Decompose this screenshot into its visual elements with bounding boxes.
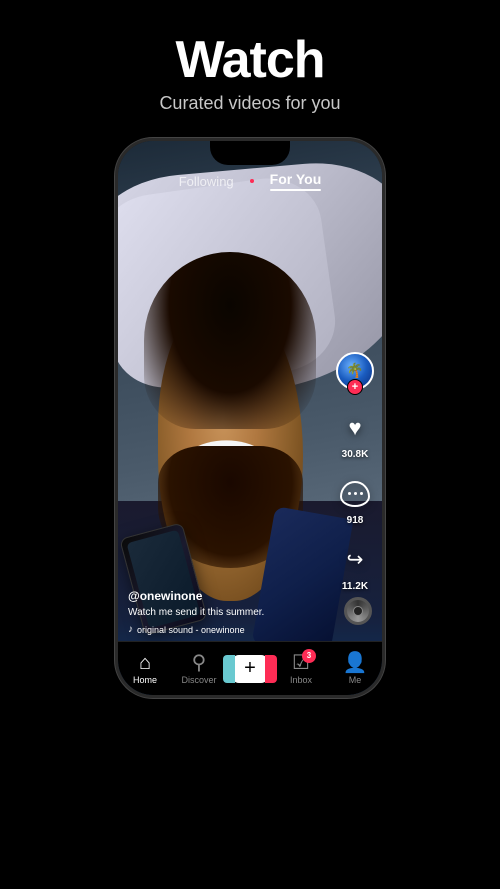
comment-button[interactable]: [337, 476, 373, 512]
for-you-underline: [270, 189, 322, 191]
share-button[interactable]: ↪: [337, 542, 373, 578]
music-note-icon: ♪: [128, 624, 133, 635]
comment-dot-2: [354, 492, 357, 495]
like-button[interactable]: ♥: [337, 410, 373, 446]
plus-icon: +: [231, 655, 269, 683]
avatar-image: 🌴: [346, 362, 363, 379]
phone-device: Following For You 🌴 + ♥: [115, 138, 385, 698]
discover-icon: ⚲: [192, 653, 207, 673]
comment-group: 918: [337, 476, 373, 526]
nav-separator-dot: [250, 179, 254, 183]
phone-wrapper: Following For You 🌴 + ♥: [0, 138, 500, 698]
home-icon: ⌂: [139, 653, 151, 673]
discover-label: Discover: [181, 675, 216, 685]
profile-icon: 👤: [343, 653, 368, 673]
for-you-tab[interactable]: For You: [270, 171, 322, 191]
nav-discover[interactable]: ⚲ Discover: [177, 653, 221, 685]
like-count: 30.8K: [342, 449, 369, 460]
nav-me[interactable]: 👤 Me: [333, 653, 377, 685]
hero-subtitle: Curated videos for you: [0, 93, 500, 114]
hero-section: Watch Curated videos for you: [0, 0, 500, 130]
tiktok-ui-overlay: Following For You 🌴 + ♥: [118, 141, 382, 695]
following-tab[interactable]: Following: [179, 174, 234, 189]
inbox-badge: 3: [302, 649, 316, 663]
creator-avatar-container[interactable]: 🌴 +: [336, 352, 374, 390]
right-sidebar: 🌴 + ♥ 30.8K: [336, 352, 374, 592]
comment-dot-3: [360, 492, 363, 495]
top-navigation: Following For You: [118, 171, 382, 191]
video-info: @onewinone Watch me send it this summer.…: [128, 589, 327, 635]
creator-username[interactable]: @onewinone: [128, 589, 327, 603]
video-caption: Watch me send it this summer.: [128, 606, 327, 619]
home-label: Home: [133, 675, 157, 685]
sound-name: original sound - onewinone: [137, 625, 245, 635]
inbox-wrapper: ☑ 3: [292, 653, 310, 673]
follow-plus-button[interactable]: +: [347, 379, 363, 395]
comment-dot-1: [348, 492, 351, 495]
share-count: 11.2K: [342, 581, 368, 592]
nav-inbox[interactable]: ☑ 3 Inbox: [279, 653, 323, 685]
bottom-nav-bar: ⌂ Home ⚲ Discover + ☑ 3: [118, 641, 382, 695]
hero-title: Watch: [0, 32, 500, 89]
phone-notch: [210, 141, 290, 165]
inbox-label: Inbox: [290, 675, 312, 685]
nav-home[interactable]: ⌂ Home: [123, 653, 167, 685]
me-label: Me: [349, 675, 362, 685]
comment-count: 918: [347, 515, 364, 526]
create-button[interactable]: +: [231, 655, 269, 683]
for-you-label: For You: [270, 171, 322, 187]
like-group: ♥ 30.8K: [337, 410, 373, 460]
share-group: ↪ 11.2K: [337, 542, 373, 592]
music-disc: [344, 597, 372, 625]
sound-info: ♪ original sound - onewinone: [128, 624, 327, 635]
comment-dots: [348, 492, 363, 495]
comment-icon: [340, 481, 370, 507]
